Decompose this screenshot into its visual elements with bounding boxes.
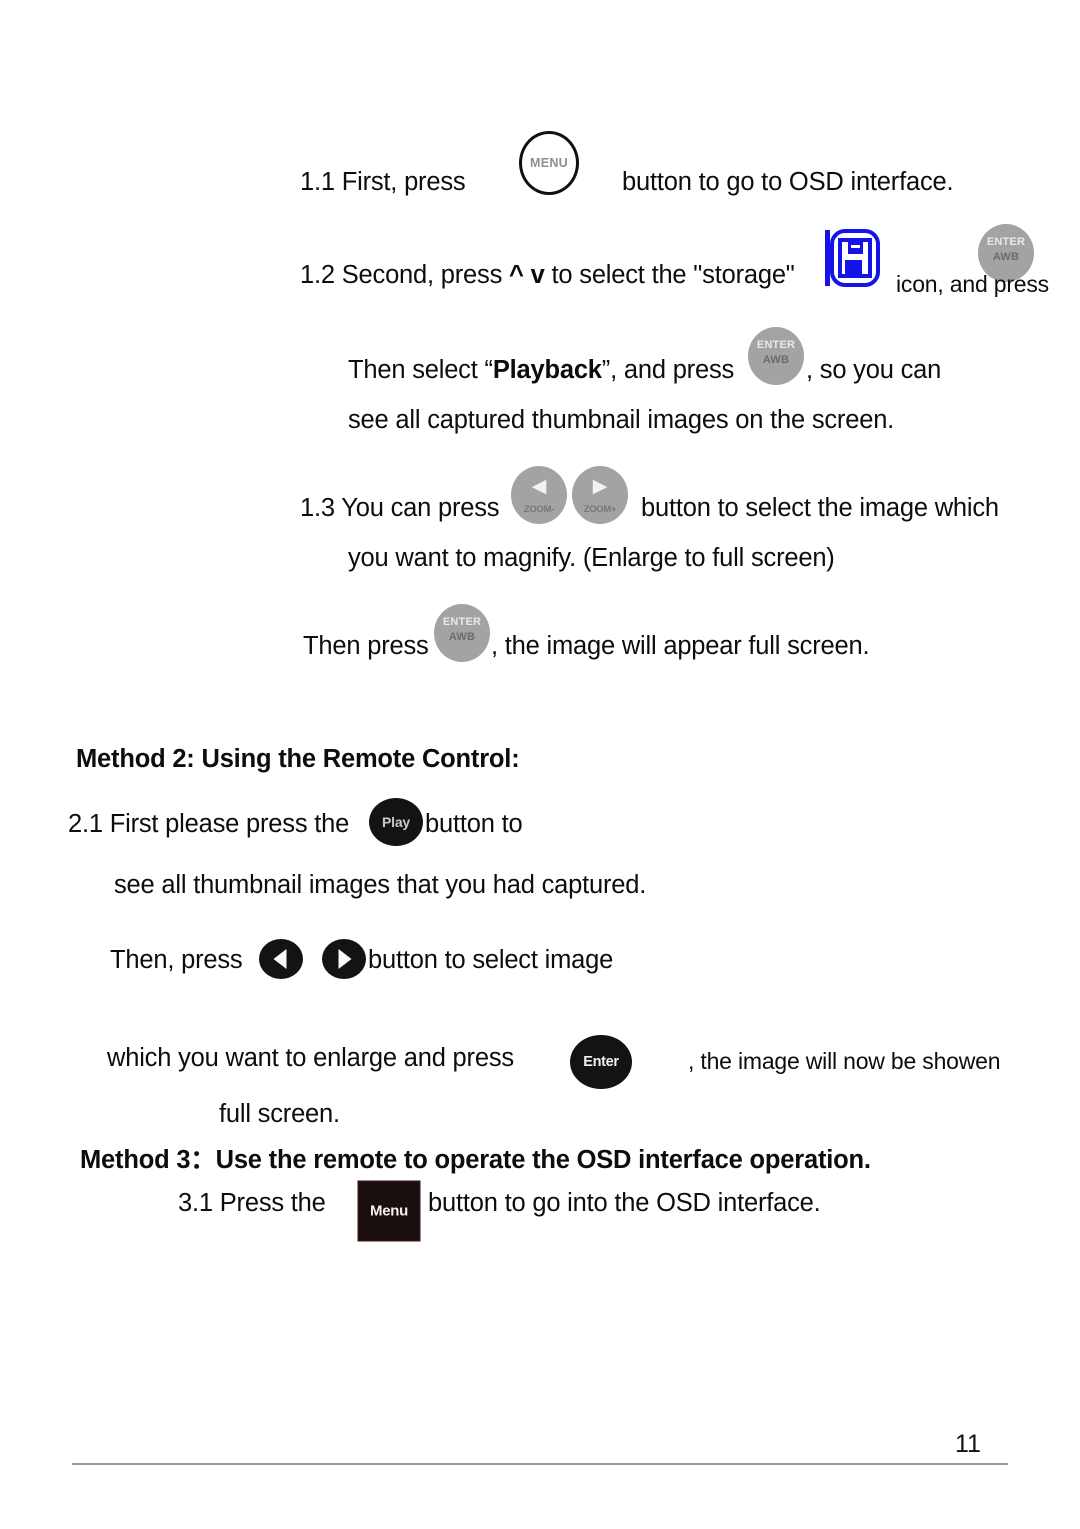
remote-left-button[interactable] [259, 939, 303, 979]
down-arrow-glyph: v [530, 261, 545, 289]
step-2-1d-prefix: which you want to enlarge and press [107, 1044, 514, 1072]
menu-remote-button-shape: Menu [359, 1182, 419, 1240]
step-1-2b-prefix: Then select “ [348, 356, 493, 384]
step-1-3b-line: you want to magnify. (Enlarge to full sc… [348, 544, 835, 572]
camera-menu-button[interactable]: MENU [519, 131, 579, 195]
method-2-heading: Method 2: Using the Remote Control: [76, 745, 520, 773]
zoom-in-button-shape: ▶ ZOOM+ [572, 466, 628, 524]
enter-button-label: Enter [583, 1054, 619, 1070]
camera-enter-awb-button-3[interactable]: ENTER AWB [434, 604, 490, 662]
step-1-2c-line: see all captured thumbnail images on the… [348, 406, 895, 434]
menu-button-label: MENU [529, 156, 568, 170]
step-1-3-prefix: 1.3 You can press [300, 494, 500, 522]
awb-label: AWB [992, 251, 1020, 263]
awb-label: AWB [448, 631, 476, 643]
step-1-2-line: 1.2 Second, press ^ v to select the "sto… [300, 261, 795, 289]
left-arrow-button-shape [259, 939, 303, 979]
play-button-label: Play [382, 814, 410, 830]
step-1-2-suffix: icon, and press [896, 271, 1049, 297]
step-1-2-middle: to select the "storage" [551, 261, 795, 289]
camera-zoom-in-button[interactable]: ▶ ZOOM+ [572, 466, 628, 524]
arrow-left-icon [273, 949, 287, 969]
zoom-out-button-shape: ◀ ZOOM- [511, 466, 567, 524]
enter-label: ENTER [442, 616, 482, 628]
document-page: 1.1 First, press MENU button to go to OS… [0, 0, 1080, 1529]
step-1-1-prefix: 1.1 First, press [300, 168, 466, 196]
step-2-1-prefix: 2.1 First please press the [68, 810, 350, 838]
step-1-2-prefix: 1.2 Second, press [300, 261, 503, 289]
step-2-1-suffix: button to [425, 810, 523, 838]
step-1-2b-middle: ”, and press [601, 356, 735, 384]
step-1-1-suffix: button to go to OSD interface. [622, 168, 954, 196]
step-2-1c-suffix: button to select image [368, 946, 614, 974]
storage-icon-shape [824, 228, 882, 290]
chevron-right-icon: ▶ [592, 476, 608, 497]
remote-enter-button[interactable]: Enter [570, 1035, 632, 1089]
step-1-3c-prefix: Then press [303, 632, 429, 660]
step-2-1d-suffix: , the image will now be showen [688, 1048, 1001, 1074]
enter-awb-button-shape: ENTER AWB [434, 604, 490, 662]
step-3-1-suffix: button to go into the OSD interface. [428, 1189, 821, 1217]
up-arrow-glyph: ^ [509, 261, 524, 289]
remote-play-button[interactable]: Play [369, 798, 423, 846]
play-button-shape: Play [369, 798, 423, 846]
step-1-2b-line: Then select “Playback”, and press [348, 356, 735, 384]
step-2-1e-line: full screen. [219, 1100, 340, 1128]
step-1-3-suffix: button to select the image which [641, 494, 999, 522]
awb-label: AWB [762, 354, 790, 366]
zoom-in-label: ZOOM+ [583, 504, 617, 515]
camera-enter-awb-button-2[interactable]: ENTER AWB [748, 327, 804, 385]
arrow-right-icon [338, 949, 352, 969]
menu-button-shape: MENU [519, 131, 579, 195]
step-1-3c-suffix: , the image will appear full screen. [491, 632, 870, 660]
step-1-2b-suffix: , so you can [806, 356, 942, 384]
step-2-1c-prefix: Then, press [110, 946, 243, 974]
menu-remote-label: Menu [370, 1202, 408, 1220]
enter-awb-button-shape: ENTER AWB [748, 327, 804, 385]
storage-icon [824, 228, 882, 290]
method-3-heading: Method 3：Use the remote to operate the O… [80, 1146, 871, 1174]
page-number: 11 [955, 1430, 981, 1458]
step-1-1-line: 1.1 First, press [300, 168, 466, 196]
camera-zoom-out-button[interactable]: ◀ ZOOM- [511, 466, 567, 524]
step-2-1b-line: see all thumbnail images that you had ca… [114, 871, 647, 899]
right-arrow-button-shape [322, 939, 366, 979]
enter-button-shape: Enter [570, 1035, 632, 1089]
chevron-left-icon: ◀ [531, 476, 547, 497]
remote-menu-button[interactable]: Menu [359, 1182, 419, 1240]
footer-divider [72, 1463, 1008, 1465]
step-3-1-prefix: 3.1 Press the [178, 1189, 326, 1217]
enter-label: ENTER [986, 236, 1026, 248]
enter-label: ENTER [756, 339, 796, 351]
remote-right-button[interactable] [322, 939, 366, 979]
playback-word: Playback [492, 356, 602, 384]
zoom-out-label: ZOOM- [523, 504, 555, 515]
